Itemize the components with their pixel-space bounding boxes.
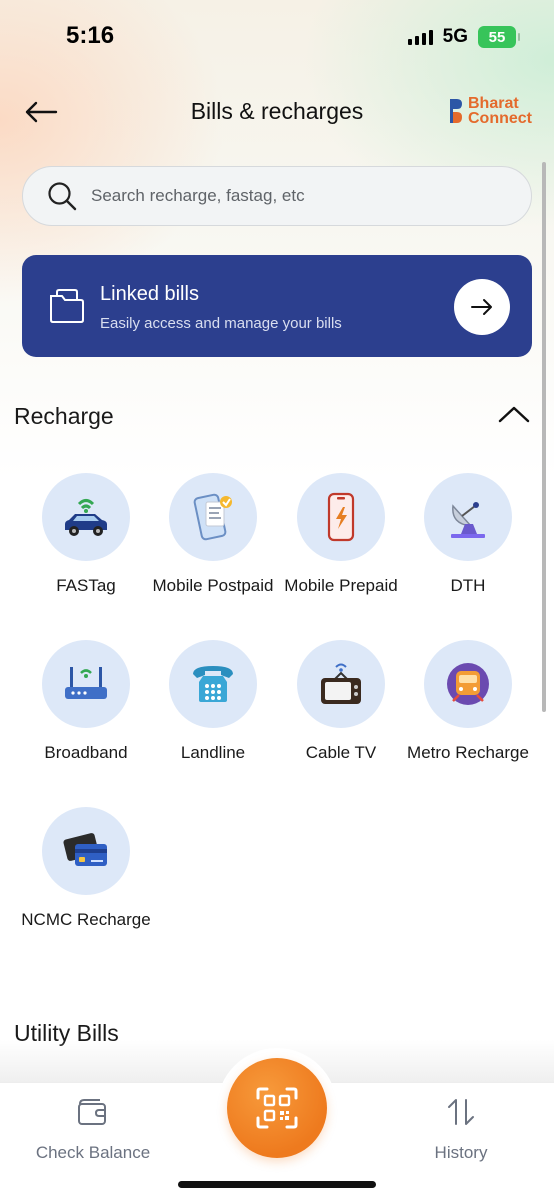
ncmc-icon-circle bbox=[42, 807, 130, 895]
recharge-tile-broadband[interactable]: Broadband bbox=[21, 640, 151, 765]
telephone-icon bbox=[193, 666, 233, 702]
tile-label: Mobile Postpaid bbox=[152, 576, 274, 595]
tile-label: Metro Recharge bbox=[407, 743, 529, 762]
history-sort-icon bbox=[448, 1099, 474, 1125]
recharge-tile-ncmc[interactable]: NCMC Recharge bbox=[21, 807, 151, 932]
signal-icon bbox=[407, 29, 433, 45]
search-icon bbox=[48, 182, 77, 211]
cable-tv-icon-circle bbox=[297, 640, 385, 728]
battery-icon: 55 bbox=[478, 26, 520, 48]
linked-bills-title: Linked bills bbox=[100, 283, 199, 305]
recharge-tile-landline[interactable]: Landline bbox=[148, 640, 278, 765]
check-balance-button[interactable]: Check Balance bbox=[28, 1096, 158, 1163]
recharge-section-title: Recharge bbox=[14, 403, 114, 429]
tv-icon bbox=[321, 663, 361, 704]
battery-level: 55 bbox=[488, 28, 506, 46]
collapse-recharge-button[interactable] bbox=[498, 404, 530, 429]
broadband-icon-circle bbox=[42, 640, 130, 728]
tile-label: NCMC Recharge bbox=[21, 910, 151, 929]
qr-scan-icon bbox=[256, 1087, 298, 1129]
cards-icon bbox=[63, 833, 107, 866]
landline-icon-circle bbox=[169, 640, 257, 728]
bharat-connect-mark-icon bbox=[450, 99, 462, 123]
fastag-car-icon bbox=[65, 499, 107, 536]
metro-icon-circle bbox=[424, 640, 512, 728]
recharge-tile-mobile-prepaid[interactable]: Mobile Prepaid bbox=[276, 473, 406, 598]
brand-line-1: Bharat bbox=[468, 95, 519, 112]
fastag-icon-circle bbox=[42, 473, 130, 561]
recharge-tile-fastag[interactable]: FASTag bbox=[21, 473, 151, 598]
chevron-up-icon bbox=[498, 406, 530, 423]
linked-bills-subtitle: Easily access and manage your bills bbox=[100, 315, 342, 332]
dth-icon-circle bbox=[424, 473, 512, 561]
history-label: History bbox=[434, 1143, 488, 1162]
scan-qr-button[interactable] bbox=[227, 1058, 327, 1158]
mobile-prepaid-icon bbox=[327, 492, 355, 542]
recharge-tile-cable-tv[interactable]: Cable TV bbox=[276, 640, 406, 765]
search-input[interactable] bbox=[91, 186, 471, 206]
brand-line-2: Connect bbox=[468, 110, 532, 127]
check-balance-label: Check Balance bbox=[35, 1143, 151, 1162]
tile-label: DTH bbox=[450, 576, 486, 595]
mobile-prepaid-icon-circle bbox=[297, 473, 385, 561]
tile-label: FASTag bbox=[56, 576, 116, 595]
tile-label: Cable TV bbox=[305, 743, 377, 762]
recharge-tile-metro[interactable]: Metro Recharge bbox=[403, 640, 533, 765]
status-indicators: 5G 55 bbox=[407, 26, 520, 48]
metro-train-icon bbox=[447, 663, 489, 705]
mobile-postpaid-icon-circle bbox=[169, 473, 257, 561]
network-type: 5G bbox=[442, 26, 468, 47]
router-icon bbox=[65, 667, 107, 699]
mobile-postpaid-icon bbox=[193, 493, 232, 541]
recharge-tile-dth[interactable]: DTH bbox=[403, 473, 533, 598]
bharat-connect-logo: Bharat Connect bbox=[448, 95, 532, 127]
folder-icon bbox=[50, 289, 84, 323]
status-time: 5:16 bbox=[66, 22, 115, 49]
linked-bills-card[interactable]: Linked bills Easily access and manage yo… bbox=[22, 255, 532, 357]
wallet-icon bbox=[78, 1099, 106, 1125]
tile-label: Landline bbox=[180, 743, 246, 762]
home-indicator bbox=[178, 1181, 376, 1188]
recharge-tile-mobile-postpaid[interactable]: Mobile Postpaid bbox=[148, 473, 278, 598]
search-bar[interactable] bbox=[22, 166, 532, 226]
tile-label: Broadband bbox=[44, 743, 128, 762]
history-button[interactable]: History bbox=[396, 1096, 526, 1163]
tile-label: Mobile Prepaid bbox=[284, 576, 398, 595]
linked-bills-arrow-button[interactable] bbox=[454, 279, 510, 335]
scrollbar[interactable] bbox=[542, 162, 546, 712]
satellite-dish-icon bbox=[451, 502, 485, 538]
arrow-right-icon bbox=[471, 299, 492, 315]
